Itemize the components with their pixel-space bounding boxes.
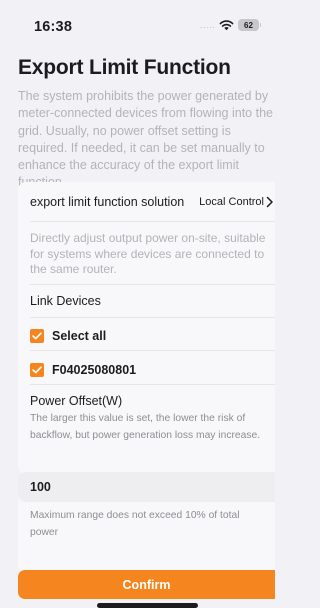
status-time: 16:38: [34, 19, 73, 35]
solution-description: Directly adjust output power on-site, su…: [30, 231, 266, 276]
solution-selector-row[interactable]: export limit function solution Local Con…: [18, 182, 275, 221]
divider: [30, 317, 275, 318]
power-offset-card: Maximum range does not exceed 10% of tot…: [18, 472, 275, 572]
power-offset-input[interactable]: [18, 472, 275, 502]
confirm-button[interactable]: Confirm: [18, 570, 275, 599]
range-note: Maximum range does not exceed 10% of tot…: [30, 510, 240, 538]
status-bar: 16:38 ..... 62: [0, 0, 275, 50]
status-indicators: ..... 62: [199, 19, 261, 31]
select-all-label: Select all: [52, 329, 107, 343]
home-indicator: [97, 603, 198, 608]
device-checkbox[interactable]: F04025080801: [30, 360, 136, 380]
settings-card: export limit function solution Local Con…: [18, 182, 275, 474]
page-description: The system prohibits the power generated…: [18, 89, 273, 189]
chevron-right-icon: [266, 196, 273, 207]
power-offset-hint: The larger this value is set, the lower …: [30, 413, 261, 442]
power-offset-title: Power Offset(W): [30, 394, 123, 408]
solution-label: export limit function solution: [30, 194, 185, 209]
checkbox-checked-icon: [30, 363, 44, 377]
device-serial-label: F04025080801: [52, 363, 137, 377]
divider: [30, 384, 275, 385]
divider: [30, 350, 275, 351]
battery-icon: 62: [238, 19, 261, 31]
cellular-signal-icon: .....: [199, 20, 215, 30]
divider: [30, 221, 275, 222]
link-devices-title: Link Devices: [30, 294, 101, 308]
solution-value: Local Control: [199, 195, 264, 208]
select-all-checkbox[interactable]: Select all: [30, 326, 106, 346]
divider: [30, 284, 275, 285]
checkbox-checked-icon: [30, 329, 44, 343]
page-title: Export Limit Function: [18, 56, 231, 79]
wifi-icon: [219, 20, 234, 31]
